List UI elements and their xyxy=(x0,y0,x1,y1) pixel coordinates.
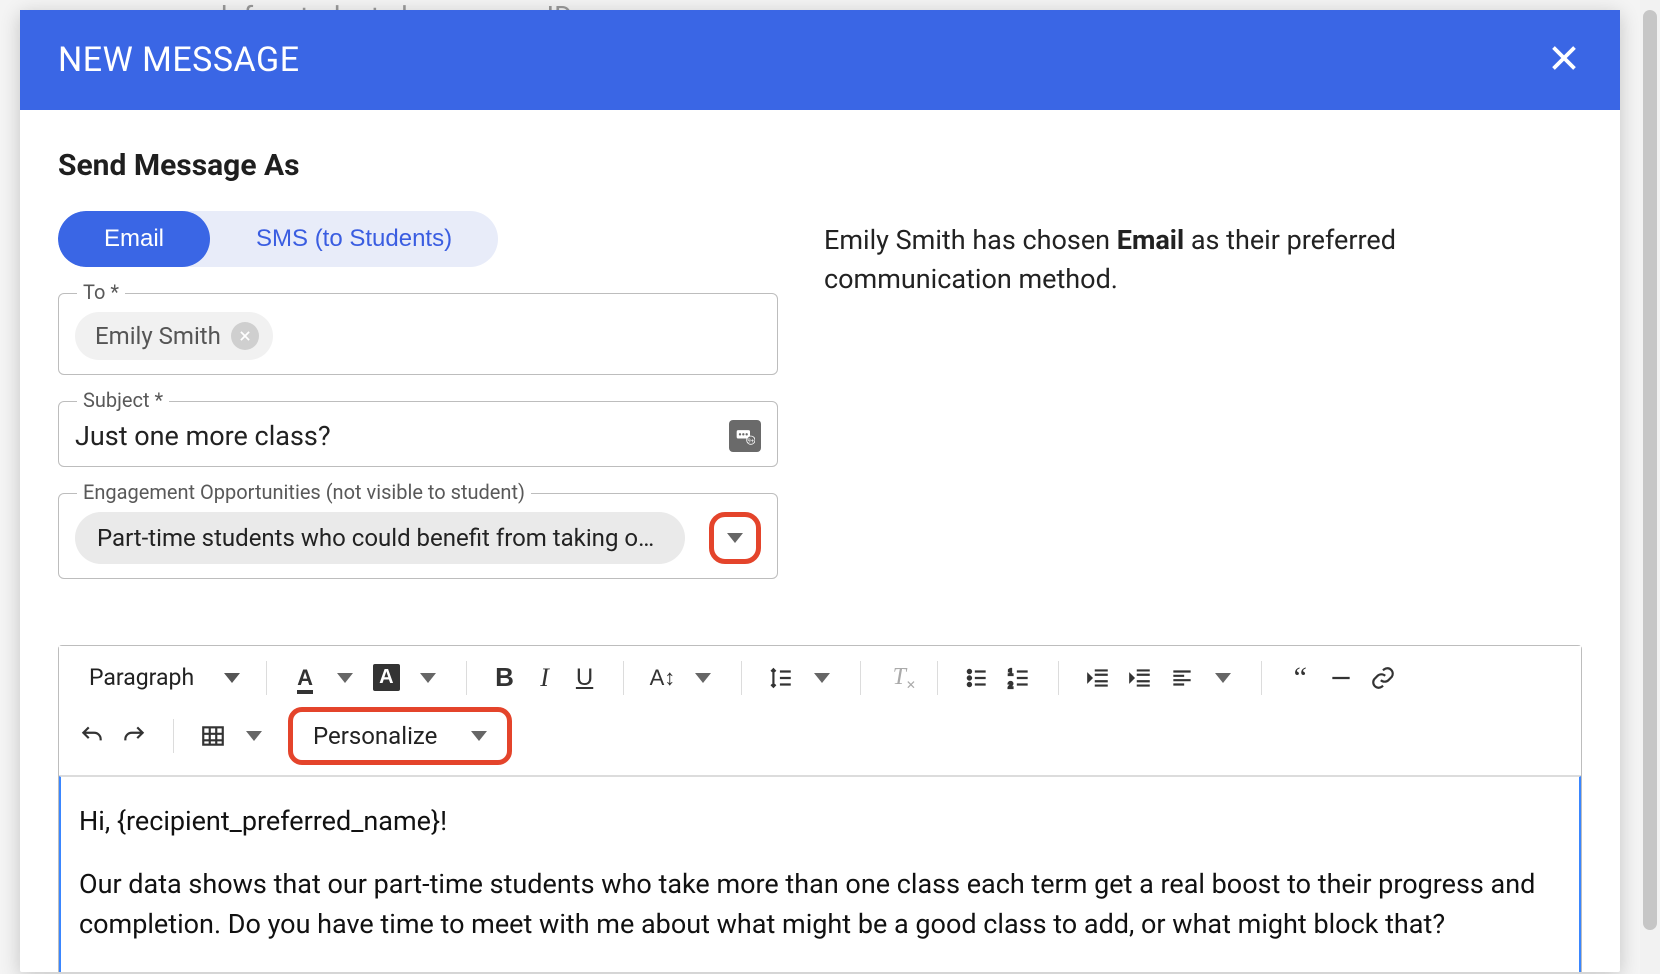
tab-email[interactable]: Email xyxy=(58,211,210,267)
scroll-track xyxy=(1640,0,1660,974)
font-size-caret[interactable] xyxy=(685,657,721,699)
close-icon xyxy=(1546,40,1582,76)
table-caret[interactable] xyxy=(236,715,272,757)
numbered-list-icon: 12 xyxy=(1006,665,1032,691)
indent-button[interactable] xyxy=(1121,657,1159,699)
svg-text:2: 2 xyxy=(1008,679,1013,689)
bg-color-caret[interactable] xyxy=(410,657,446,699)
text-color-button[interactable]: A xyxy=(287,657,323,699)
indent-icon xyxy=(1127,665,1153,691)
recipient-name: Emily Smith xyxy=(95,322,221,350)
engagement-dropdown-button[interactable] xyxy=(709,512,761,564)
chevron-down-icon xyxy=(814,673,830,683)
chevron-down-icon xyxy=(420,673,436,683)
block-format-select[interactable]: Paragraph xyxy=(73,656,256,699)
rich-text-editor: Paragraph A A B I U xyxy=(58,645,1582,972)
underline-button[interactable]: U xyxy=(567,657,603,699)
align-icon xyxy=(1169,665,1195,691)
undo-icon xyxy=(79,723,105,749)
redo-icon xyxy=(121,723,147,749)
outdent-button[interactable] xyxy=(1079,657,1117,699)
engagement-chip: Part-time students who could benefit fro… xyxy=(75,512,685,564)
chevron-down-icon xyxy=(246,731,262,741)
bg-color-button[interactable]: A xyxy=(367,657,405,699)
undo-button[interactable] xyxy=(73,715,111,757)
channel-toggle: Email SMS (to Students) xyxy=(58,211,498,267)
remove-recipient-button[interactable] xyxy=(231,322,259,350)
subject-field[interactable]: Subject * 9+ xyxy=(58,401,778,467)
preferred-method-note: Emily Smith has chosen Email as their pr… xyxy=(824,211,1582,299)
table-button[interactable] xyxy=(194,715,232,757)
personalize-dropdown[interactable]: Personalize xyxy=(288,707,512,765)
link-icon xyxy=(1370,665,1396,691)
line-height-icon xyxy=(768,665,794,691)
engagement-label: Engagement Opportunities (not visible to… xyxy=(77,480,531,504)
chevron-down-icon xyxy=(727,533,743,543)
body-line-1: Hi, {recipient_preferred_name}! xyxy=(79,801,1561,842)
preferred-method: Email xyxy=(1117,224,1184,256)
send-as-heading: Send Message As xyxy=(58,148,1582,183)
chevron-down-icon xyxy=(471,731,487,741)
form-columns: Email SMS (to Students) To * Emily Smith… xyxy=(58,211,1582,605)
link-button[interactable] xyxy=(1364,657,1402,699)
outdent-icon xyxy=(1085,665,1111,691)
engagement-field[interactable]: Engagement Opportunities (not visible to… xyxy=(58,493,778,579)
new-message-modal: NEW MESSAGE Send Message As Email SMS (t… xyxy=(20,10,1620,972)
message-body-input[interactable]: Hi, {recipient_preferred_name}! Our data… xyxy=(59,776,1581,972)
modal-title: NEW MESSAGE xyxy=(58,40,300,80)
preferred-verb: has chosen xyxy=(972,224,1110,256)
table-icon xyxy=(200,723,226,749)
bold-button[interactable]: B xyxy=(487,657,523,699)
close-button[interactable] xyxy=(1546,40,1582,80)
scroll-thumb[interactable] xyxy=(1643,10,1657,930)
font-size-button[interactable]: A↕ xyxy=(644,657,682,699)
preferred-name: Emily Smith xyxy=(824,224,966,256)
blockquote-button[interactable]: “ xyxy=(1282,657,1318,699)
subject-label: Subject * xyxy=(77,388,169,412)
numbered-list-button[interactable]: 12 xyxy=(1000,657,1038,699)
form-left: Email SMS (to Students) To * Emily Smith… xyxy=(58,211,778,605)
text-color-caret[interactable] xyxy=(327,657,363,699)
italic-button[interactable]: I xyxy=(527,657,563,699)
chevron-down-icon xyxy=(337,673,353,683)
recipient-chip: Emily Smith xyxy=(75,312,273,360)
hr-icon xyxy=(1328,665,1354,691)
subject-input[interactable] xyxy=(75,420,717,452)
block-format-label: Paragraph xyxy=(89,664,194,691)
template-picker-icon[interactable]: 9+ xyxy=(729,420,761,452)
svg-text:1: 1 xyxy=(1008,666,1013,676)
horizontal-rule-button[interactable] xyxy=(1322,657,1360,699)
tab-sms[interactable]: SMS (to Students) xyxy=(210,211,498,267)
line-height-caret[interactable] xyxy=(804,657,840,699)
body-line-2: Our data shows that our part-time studen… xyxy=(79,864,1561,945)
template-icon: 9+ xyxy=(735,426,755,446)
close-icon xyxy=(238,329,252,343)
align-caret[interactable] xyxy=(1205,657,1241,699)
align-button[interactable] xyxy=(1163,657,1201,699)
redo-button[interactable] xyxy=(115,715,153,757)
line-height-button[interactable] xyxy=(762,657,800,699)
to-field[interactable]: To * Emily Smith xyxy=(58,293,778,375)
modal-body: Send Message As Email SMS (to Students) … xyxy=(20,110,1620,972)
chevron-down-icon xyxy=(224,673,240,683)
bullet-list-icon xyxy=(964,665,990,691)
svg-text:9+: 9+ xyxy=(748,439,755,445)
bullet-list-button[interactable] xyxy=(958,657,996,699)
editor-toolbar: Paragraph A A B I U xyxy=(59,646,1581,776)
chevron-down-icon xyxy=(695,673,711,683)
chevron-down-icon xyxy=(1215,673,1231,683)
personalize-label: Personalize xyxy=(313,722,437,750)
modal-header: NEW MESSAGE xyxy=(20,10,1620,110)
clear-format-button[interactable]: T✕ xyxy=(881,657,917,699)
to-label: To * xyxy=(77,280,125,304)
